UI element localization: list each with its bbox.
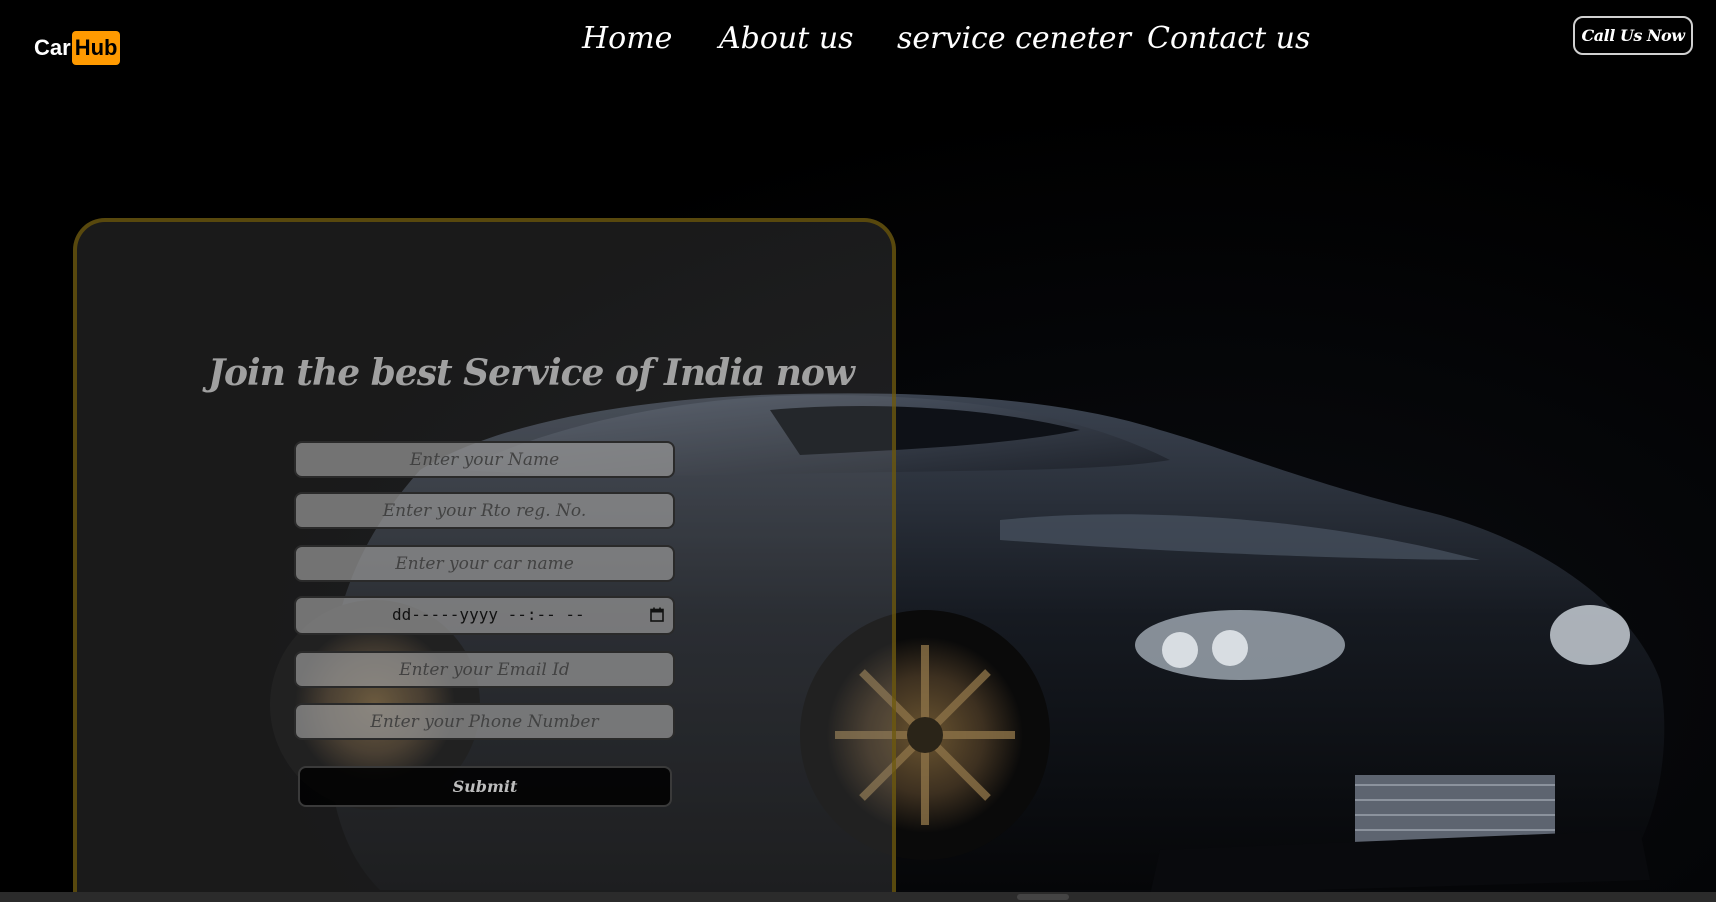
nav-home[interactable]: Home: [582, 17, 672, 61]
nav-contact-us[interactable]: Contact us: [1147, 17, 1310, 61]
phone-input[interactable]: [294, 703, 675, 740]
name-input[interactable]: [294, 441, 675, 478]
datetime-value: dd-----yyyy --:-- --: [392, 605, 585, 624]
calendar-icon[interactable]: [650, 607, 664, 622]
horizontal-scrollbar[interactable]: [0, 892, 1716, 902]
page: Car Hub Home About us service ceneter Co…: [0, 0, 1716, 902]
call-us-now-button[interactable]: Call Us Now: [1573, 16, 1693, 55]
form-title: Join the best Service of India now: [208, 352, 855, 394]
rto-reg-input[interactable]: [294, 492, 675, 529]
datetime-input[interactable]: dd-----yyyy --:-- --: [294, 596, 675, 635]
car-name-input[interactable]: [294, 545, 675, 582]
main-nav: Home About us service ceneter Contact us: [0, 17, 1716, 61]
scrollbar-thumb[interactable]: [1017, 894, 1069, 900]
nav-service-center[interactable]: service ceneter: [897, 17, 1131, 61]
submit-button[interactable]: Submit: [298, 766, 672, 807]
email-input[interactable]: [294, 651, 675, 688]
nav-about-us[interactable]: About us: [719, 17, 854, 61]
